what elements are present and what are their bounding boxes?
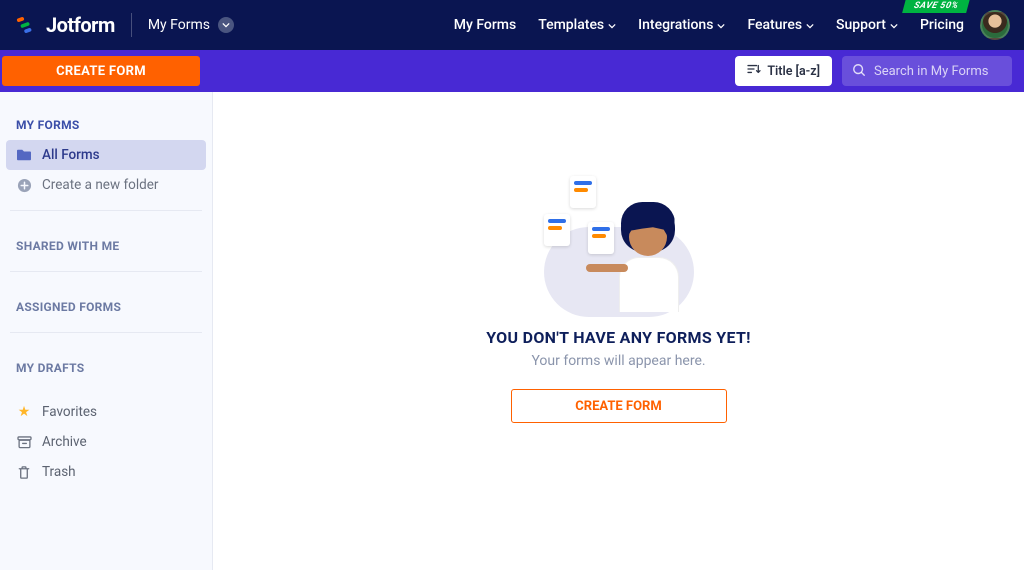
- sidebar-item-label: All Forms: [42, 147, 100, 163]
- nav-divider: [131, 13, 132, 37]
- sidebar-item-trash[interactable]: Trash: [6, 457, 206, 487]
- sidebar-item-label: Archive: [42, 434, 87, 450]
- folder-icon: [16, 147, 32, 163]
- search-field[interactable]: [842, 56, 1012, 86]
- nav-integrations[interactable]: Integrations: [638, 17, 725, 33]
- section-assigned[interactable]: ASSIGNED FORMS: [6, 282, 206, 322]
- avatar[interactable]: [980, 10, 1010, 40]
- nav-my-forms[interactable]: My Forms: [454, 17, 516, 33]
- empty-state-title: YOU DON'T HAVE ANY FORMS YET!: [486, 328, 751, 347]
- primary-nav: My Forms Templates Integrations Features…: [454, 17, 964, 33]
- sort-icon: [747, 63, 761, 79]
- chevron-down-icon: [218, 17, 234, 33]
- chevron-down-icon: [890, 17, 898, 33]
- chevron-down-icon: [717, 17, 725, 33]
- empty-state-subtitle: Your forms will appear here.: [531, 353, 705, 369]
- sidebar-divider: [10, 210, 202, 211]
- create-form-button[interactable]: CREATE FORM: [2, 56, 200, 86]
- sort-button[interactable]: Title [a-z]: [735, 56, 832, 86]
- context-label: My Forms: [148, 17, 210, 33]
- sidebar-item-favorites[interactable]: ★ Favorites: [6, 397, 206, 427]
- sidebar-divider: [10, 332, 202, 333]
- sidebar-item-label: Create a new folder: [42, 177, 158, 193]
- sort-label: Title [a-z]: [767, 64, 820, 79]
- plus-circle-icon: [16, 177, 32, 193]
- brand-logo[interactable]: Jotform: [14, 13, 115, 37]
- star-icon: ★: [16, 404, 32, 420]
- nav-pricing[interactable]: Pricing: [920, 17, 964, 33]
- nav-support[interactable]: Support: [836, 17, 898, 33]
- brand-name: Jotform: [46, 13, 115, 37]
- section-my-forms[interactable]: MY FORMS: [6, 100, 206, 140]
- top-nav: Jotform My Forms My Forms Templates Inte…: [0, 0, 1024, 50]
- sidebar-item-label: Trash: [42, 464, 76, 480]
- chevron-down-icon: [608, 17, 616, 33]
- empty-state-illustration: [534, 172, 704, 312]
- promo-badge[interactable]: SAVE 50%: [902, 0, 970, 13]
- nav-templates[interactable]: Templates: [538, 17, 616, 33]
- sidebar-item-new-folder[interactable]: Create a new folder: [6, 170, 206, 200]
- section-drafts[interactable]: MY DRAFTS: [6, 343, 206, 383]
- search-icon: [852, 62, 866, 81]
- nav-features[interactable]: Features: [747, 17, 814, 33]
- jotform-logo-icon: [14, 13, 38, 37]
- sidebar-item-all-forms[interactable]: All Forms: [6, 140, 206, 170]
- trash-icon: [16, 464, 32, 480]
- section-shared[interactable]: SHARED WITH ME: [6, 221, 206, 261]
- search-input[interactable]: [874, 64, 1024, 79]
- archive-icon: [16, 434, 32, 450]
- sidebar-divider: [10, 271, 202, 272]
- sidebar-item-label: Favorites: [42, 404, 97, 420]
- empty-state-create-button[interactable]: CREATE FORM: [511, 389, 727, 423]
- main-content: YOU DON'T HAVE ANY FORMS YET! Your forms…: [213, 92, 1024, 570]
- sidebar-item-archive[interactable]: Archive: [6, 427, 206, 457]
- sidebar: CREATE FORM MY FORMS All Forms Create a …: [0, 92, 213, 570]
- chevron-down-icon: [806, 17, 814, 33]
- context-switcher[interactable]: My Forms: [148, 17, 234, 33]
